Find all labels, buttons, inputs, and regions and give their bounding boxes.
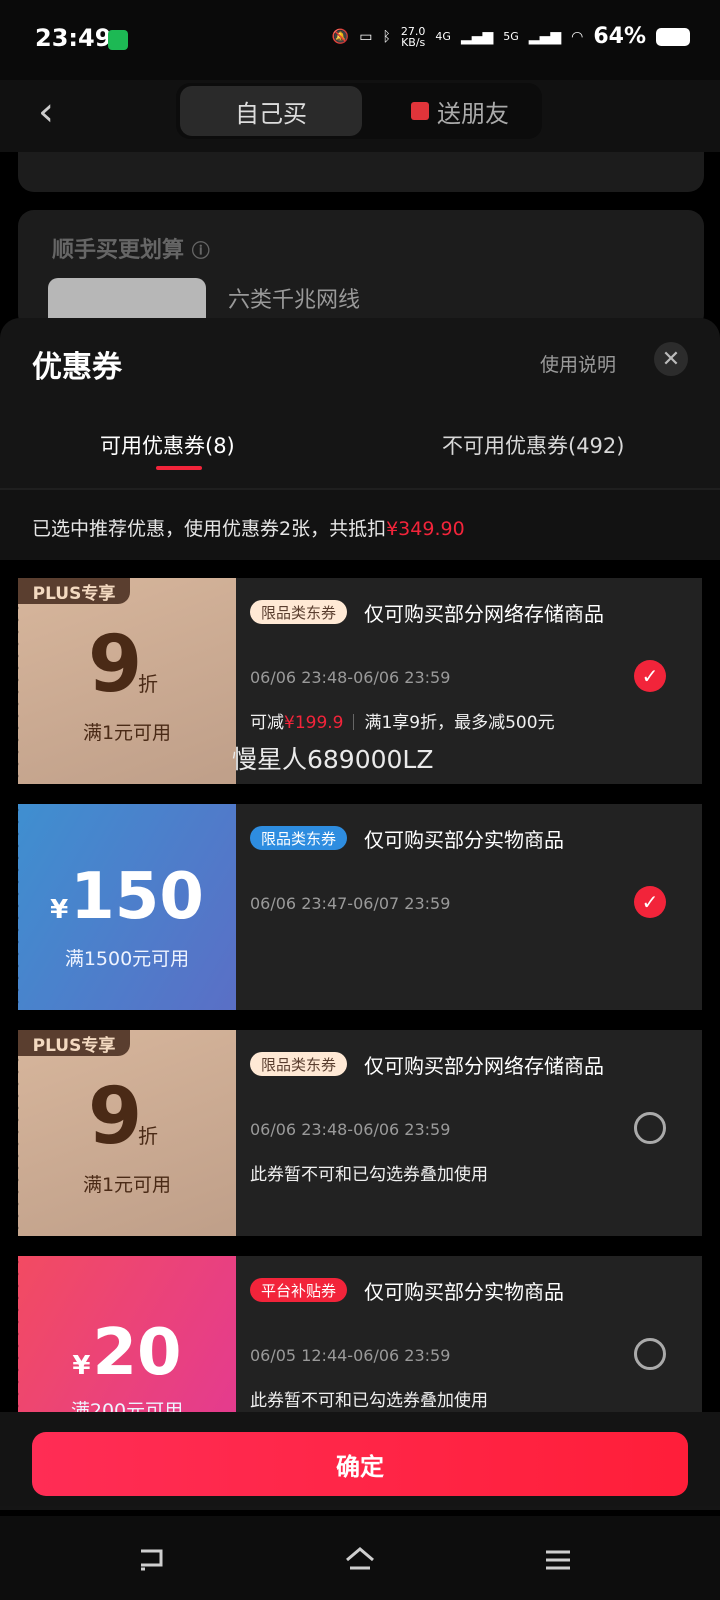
coupon-card[interactable]: ¥150 满1500元可用 限品类东券 仅可购买部分实物商品 06/06 23:… xyxy=(18,804,702,1010)
speed-readout: 27.0 KB/s xyxy=(400,24,426,49)
home-nav-icon[interactable] xyxy=(340,1540,380,1580)
coupon-stub: ¥150 满1500元可用 xyxy=(18,804,236,1010)
coupon-validity: 06/05 12:44-06/06 23:59 xyxy=(250,1346,451,1365)
recommend-title: 顺手买更划算 ⓘ xyxy=(52,238,210,263)
coupon-title: 仅可购买部分实物商品 xyxy=(364,1280,564,1304)
discount-unit: 折 xyxy=(138,1124,158,1148)
close-icon[interactable]: ✕ xyxy=(654,342,688,376)
check-icon[interactable]: ✓ xyxy=(634,886,666,918)
unchecked-circle-icon[interactable] xyxy=(634,1338,666,1370)
plus-badge: PLUS专享 xyxy=(18,1030,130,1056)
coupon-stub: ¥20 满200元可用 xyxy=(18,1256,236,1412)
back-nav-icon[interactable] xyxy=(132,1540,172,1580)
check-icon[interactable]: ✓ xyxy=(634,660,666,692)
tab-gift-label: 送朋友 xyxy=(437,99,509,128)
status-time: 23:49 xyxy=(35,24,112,52)
usage-help-link[interactable]: 使用说明 xyxy=(540,350,616,377)
coupon-tag: 平台补贴券 xyxy=(250,1278,348,1302)
discount-unit: 折 xyxy=(138,672,158,696)
watermark-text: 慢星人689000LZ xyxy=(232,745,434,774)
coupon-card[interactable]: PLUS专享 9 折 满1元可用 限品类东券 仅可购买部分网络存储商品 06/0… xyxy=(18,1030,702,1236)
discount-value: 9 xyxy=(88,1072,143,1162)
confirm-button[interactable]: 确定 xyxy=(32,1432,688,1496)
tab-indicator xyxy=(156,466,202,470)
signal-icon: ▂▄▆ xyxy=(460,28,494,45)
discount-value: 9 xyxy=(88,620,143,710)
bluetooth-icon: ᛒ xyxy=(382,28,391,45)
summary-text: 已选中推荐优惠，使用优惠券2张，共抵扣¥349.90 xyxy=(32,518,465,540)
wifi-icon: ◠ xyxy=(571,28,584,45)
menu-nav-icon[interactable] xyxy=(538,1540,578,1580)
chevron-left-icon[interactable]: ‹ xyxy=(38,92,54,132)
battery-icon xyxy=(656,27,690,46)
summary-amount: ¥349.90 xyxy=(386,518,465,540)
background-card xyxy=(18,152,704,192)
tab-available-coupons[interactable]: 可用优惠券(8) xyxy=(100,430,235,460)
signal-icon-2: ▂▄▆ xyxy=(528,28,562,45)
sheet-title: 优惠券 xyxy=(32,350,122,385)
info-icon: ⓘ xyxy=(191,241,210,262)
mute-icon: 🔕 xyxy=(331,28,350,45)
tab-buy-self[interactable]: 自己买 xyxy=(180,86,362,136)
net-5g-label: 5G xyxy=(503,30,519,43)
coupon-note: 可减¥199.9 满1享9折，最多减500元 xyxy=(250,713,555,733)
net-4g-label: 4G xyxy=(435,30,451,43)
coupon-validity: 06/06 23:47-06/07 23:59 xyxy=(250,894,451,913)
coupon-condition: 满200元可用 xyxy=(70,1400,184,1412)
coupon-tag: 限品类东券 xyxy=(250,1052,348,1076)
coupon-amount: ¥20 xyxy=(72,1316,182,1390)
coupon-condition: 满1元可用 xyxy=(82,722,172,744)
gift-icon xyxy=(411,102,429,120)
battery-percent: 64% xyxy=(593,24,646,49)
tab-gift-friend[interactable]: 送朋友 xyxy=(380,86,540,136)
coupon-title: 仅可购买部分网络存储商品 xyxy=(364,1054,604,1078)
coupon-card[interactable]: ¥20 满200元可用 平台补贴券 仅可购买部分实物商品 06/05 12:44… xyxy=(18,1256,702,1412)
coupon-title: 仅可购买部分网络存储商品 xyxy=(364,602,604,626)
coupon-stub: PLUS专享 9 折 满1元可用 xyxy=(18,578,236,784)
coupon-validity: 06/06 23:48-06/06 23:59 xyxy=(250,668,451,687)
product-name: 六类千兆网线 xyxy=(228,288,361,313)
app-notification-icon xyxy=(108,30,128,50)
coupon-condition: 满1元可用 xyxy=(82,1174,172,1196)
plus-badge: PLUS专享 xyxy=(18,578,130,604)
coupon-note: 此券暂不可和已勾选券叠加使用 xyxy=(250,1165,488,1185)
tab-unavailable-coupons[interactable]: 不可用优惠券(492) xyxy=(442,430,624,460)
coupon-condition: 满1500元可用 xyxy=(64,948,190,970)
coupon-title: 仅可购买部分实物商品 xyxy=(364,828,564,852)
coupon-tag: 限品类东券 xyxy=(250,600,348,624)
coupon-tag: 限品类东券 xyxy=(250,826,348,850)
coupon-stub: PLUS专享 9 折 满1元可用 xyxy=(18,1030,236,1236)
coupon-amount: ¥150 xyxy=(50,860,204,934)
bed-icon: ▭ xyxy=(359,28,373,45)
coupon-note: 此券暂不可和已勾选券叠加使用 xyxy=(250,1391,488,1411)
unchecked-circle-icon[interactable] xyxy=(634,1112,666,1144)
status-icons: 🔕 ▭ ᛒ 27.0 KB/s 4G ▂▄▆ 5G ▂▄▆ ◠ 64% xyxy=(332,24,690,49)
coupon-validity: 06/06 23:48-06/06 23:59 xyxy=(250,1120,451,1139)
